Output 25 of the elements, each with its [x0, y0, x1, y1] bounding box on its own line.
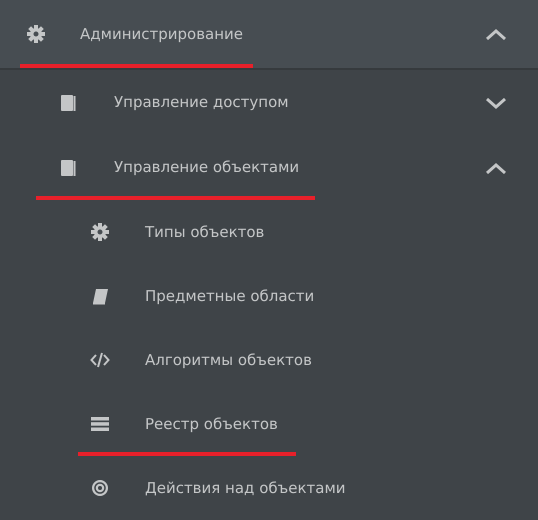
gear-icon: [90, 222, 110, 242]
book-icon: [90, 286, 110, 306]
menu-item[interactable]: Типы объектов: [0, 200, 538, 264]
menu-item[interactable]: Предметные области: [0, 264, 538, 328]
menu-label: Типы объектов: [145, 222, 264, 243]
book-icon: [58, 158, 78, 178]
menu-item[interactable]: Реестр объектов: [0, 392, 538, 456]
menu-label: Управление доступом: [114, 92, 289, 114]
list-icon: [90, 414, 110, 434]
menu-item[interactable]: Действия над объектами: [0, 456, 538, 520]
menu-item[interactable]: Администрирование: [0, 0, 538, 70]
menu-label: Действия над объектами: [145, 478, 346, 499]
menu-label: Предметные области: [145, 286, 314, 307]
menu-label: Администрирование: [80, 24, 244, 45]
target-icon: [90, 478, 110, 498]
gear-icon: [26, 24, 46, 44]
menu-item[interactable]: Управление объектами: [0, 135, 538, 200]
menu-label: Алгоритмы объектов: [145, 350, 312, 371]
menu-item[interactable]: Управление доступом: [0, 70, 538, 135]
book-icon: [58, 92, 78, 112]
menu-label: Управление объектами: [114, 157, 300, 178]
menu-label: Реестр объектов: [145, 414, 278, 435]
chevron-up-icon[interactable]: [484, 26, 508, 42]
menu-item[interactable]: Алгоритмы объектов: [0, 328, 538, 392]
code-icon: [90, 350, 110, 370]
